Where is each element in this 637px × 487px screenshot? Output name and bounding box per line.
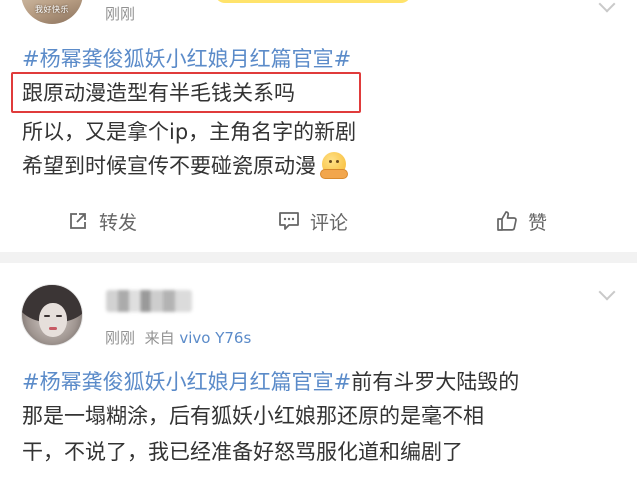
post-text-line: 那是一塌糊涂，后有狐妖小红娘那还原的是毫不相: [22, 401, 484, 431]
follow-button[interactable]: [215, 0, 411, 3]
weibo-feed: 我好快乐 刚刚 #杨幂龚俊狐妖小红娘月红篇官宣# 跟原动漫造型有半毛钱关系吗 所…: [0, 0, 637, 487]
source-prefix: 来自: [144, 329, 175, 347]
action-bar: 转发 评论 赞: [0, 204, 637, 238]
post-text-line: 干，不说了，我已经准备好怒骂服化道和编剧了: [22, 437, 463, 467]
post-card: 我好快乐 刚刚 #杨幂龚俊狐妖小红娘月红篇官宣# 跟原动漫造型有半毛钱关系吗 所…: [0, 0, 637, 252]
post-text-line: 希望到时候宣传不要碰瓷原动漫: [22, 151, 348, 181]
repost-button[interactable]: 转发: [67, 204, 137, 238]
post-text: 干，不说了，我已经准备好怒骂服化道和编剧了: [22, 440, 463, 464]
post-text-line: #杨幂龚俊狐妖小红娘月红篇官宣#: [22, 44, 351, 74]
comment-icon: [278, 210, 300, 232]
post-meta: 刚刚 来自 vivo Y76s: [105, 328, 251, 348]
post-text: 跟原动漫造型有半毛钱关系吗: [22, 81, 295, 105]
comment-button[interactable]: 评论: [278, 204, 348, 238]
topic-link[interactable]: #杨幂龚俊狐妖小红娘月红篇官宣#: [22, 370, 351, 394]
device-link[interactable]: vivo Y76s: [179, 329, 251, 347]
post-text-line: #杨幂龚俊狐妖小红娘月红篇官宣#前有斗罗大陆毁的: [22, 367, 519, 397]
thumbs-up-icon: [496, 210, 518, 232]
chevron-down-icon[interactable]: [598, 0, 616, 13]
chevron-down-icon[interactable]: [598, 283, 616, 301]
post-text-line: 跟原动漫造型有半毛钱关系吗: [22, 78, 295, 108]
post-time: 刚刚: [105, 5, 136, 23]
post-text: 前有斗罗大陆毁的: [351, 370, 520, 394]
post-divider: [0, 252, 637, 263]
post-text: 那是一塌糊涂，后有狐妖小红娘那还原的是毫不相: [22, 404, 484, 428]
avatar[interactable]: 我好快乐: [21, 0, 83, 24]
post-time: 刚刚: [105, 329, 136, 347]
post-text: 所以，又是拿个ip，主角名字的新剧: [22, 120, 357, 144]
like-button[interactable]: 赞: [496, 204, 547, 238]
like-label: 赞: [528, 211, 548, 234]
topic-link[interactable]: #杨幂龚俊狐妖小红娘月红篇官宣#: [22, 47, 351, 71]
avatar-caption: 我好快乐: [35, 5, 69, 14]
post-text: 希望到时候宣传不要碰瓷原动漫: [22, 154, 316, 178]
avatar[interactable]: [21, 284, 83, 346]
comment-label: 评论: [310, 211, 349, 234]
share-icon: [67, 210, 89, 232]
pleading-face-icon: [320, 152, 348, 179]
repost-label: 转发: [99, 211, 138, 234]
blurred-username[interactable]: [106, 290, 192, 312]
post-text-line: 所以，又是拿个ip，主角名字的新剧: [22, 117, 356, 147]
